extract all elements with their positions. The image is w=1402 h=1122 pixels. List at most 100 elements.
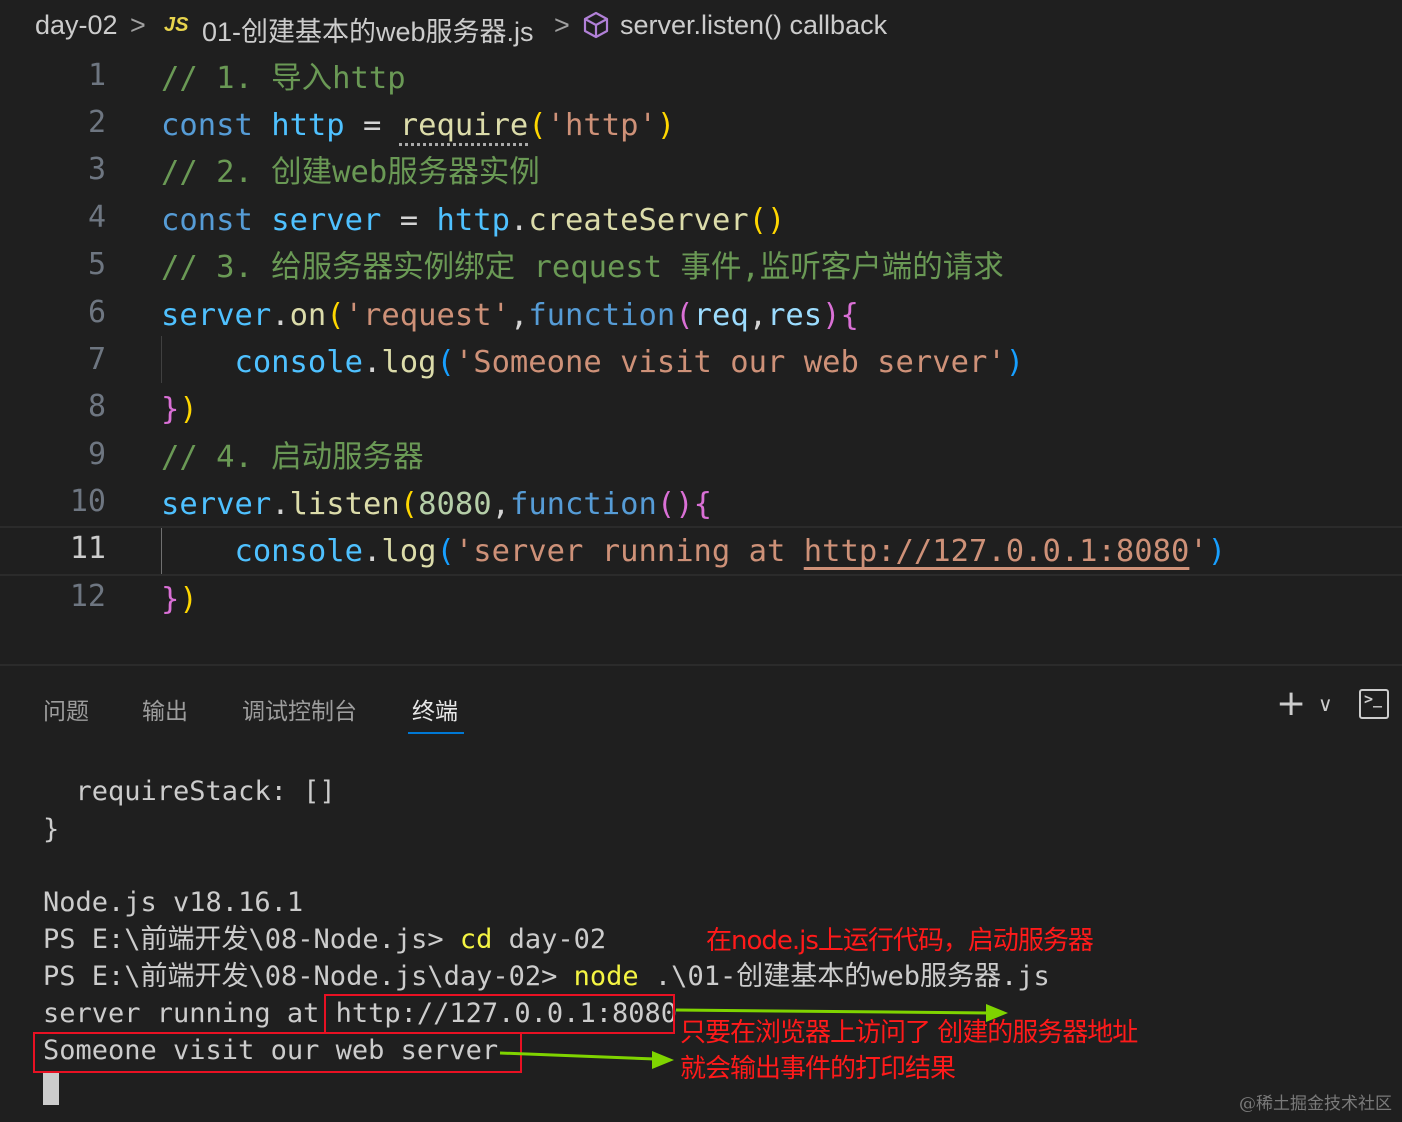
line-number: 2 — [87, 105, 106, 140]
bracket: ( — [436, 345, 455, 380]
comment: // 1. 导入http — [161, 61, 406, 96]
comma: , — [491, 487, 510, 522]
keyword: const — [161, 203, 253, 238]
bracket: ) — [1207, 534, 1227, 569]
code-line[interactable]: 10 server.listen(8080,function(){ — [0, 482, 1402, 529]
identifier: console — [234, 345, 363, 380]
string-literal: 'http' — [546, 108, 657, 143]
bracket: ( — [656, 487, 676, 522]
comment: // 4. 启动服务器 — [161, 440, 424, 475]
watermark: @稀土掘金技术社区 — [1239, 1094, 1392, 1114]
line-number: 3 — [87, 152, 106, 187]
comment: // 2. 创建web服务器实例 — [161, 155, 540, 190]
code-line[interactable]: 6 server.on('request',function(req,res){ — [0, 293, 1402, 340]
javascript-file-icon: JS — [164, 14, 189, 36]
active-tab-indicator — [408, 732, 464, 734]
chevron-down-icon[interactable]: ∨ — [1318, 692, 1333, 716]
comment: // 3. 给服务器实例绑定 request 事件,监听客户端的请求 — [161, 250, 1004, 285]
bracket: ) — [179, 582, 198, 617]
code-line[interactable]: 4 const server = http.createServer() — [0, 198, 1402, 245]
bracket: } — [161, 582, 180, 617]
bracket: ( — [399, 487, 419, 522]
line-number: 10 — [69, 484, 106, 519]
indent-guide — [161, 528, 162, 574]
parameter: res — [767, 298, 823, 333]
prompt: PS E:\前端开发\08-Node.js> — [43, 924, 460, 955]
code-line[interactable]: 9 // 4. 启动服务器 — [0, 435, 1402, 482]
string-literal: 'request' — [344, 298, 510, 333]
code-line-current[interactable]: 11 console.log('server running at http:/… — [0, 526, 1402, 576]
function-name: createServer — [528, 203, 749, 238]
panel-tabs: 问题 输出 调试控制台 终端 — [0, 666, 1402, 736]
terminal-icon[interactable] — [1359, 689, 1389, 719]
code-line[interactable]: 1 // 1. 导入http — [0, 56, 1402, 103]
code-line[interactable]: 8 }) — [0, 387, 1402, 434]
function-name: on — [289, 298, 327, 333]
line-number: 6 — [87, 295, 106, 330]
bracket: ( — [436, 534, 455, 569]
line-number: 9 — [87, 437, 106, 472]
line-number: 7 — [87, 342, 106, 377]
command: cd — [459, 924, 493, 955]
code-editor[interactable]: 1 // 1. 导入http 2 const http = require('h… — [0, 56, 1402, 664]
function-name: log — [381, 345, 437, 380]
breadcrumb-file[interactable]: 01-创建基本的web服务器.js — [202, 10, 534, 49]
identifier: console — [234, 534, 363, 569]
identifier: http — [271, 108, 345, 143]
tab-problems[interactable]: 问题 — [43, 692, 89, 726]
terminal-cursor — [43, 1071, 59, 1105]
number-literal: 8080 — [418, 487, 492, 522]
code-line[interactable]: 3 // 2. 创建web服务器实例 — [0, 150, 1402, 197]
bracket: ) — [179, 392, 198, 427]
identifier: server — [271, 203, 382, 238]
bracket: ) — [1005, 345, 1025, 380]
annotation-note: 就会输出事件的打印结果 — [680, 1054, 956, 1084]
string-literal: ' — [1189, 534, 1208, 569]
keyword: function — [528, 298, 676, 333]
string-literal: 'server running at — [454, 534, 804, 569]
command-arg: .\01-创建基本的web服务器.js — [638, 961, 1050, 992]
breadcrumb-folder[interactable]: day-02 — [35, 10, 118, 41]
comma: , — [748, 298, 768, 333]
dot: . — [363, 345, 382, 380]
terminal-line: requireStack: [] — [43, 776, 336, 807]
line-number: 4 — [87, 200, 106, 235]
code-line[interactable]: 12 }) — [0, 577, 1402, 624]
bracket: ( — [326, 298, 345, 333]
string-literal: 'Someone visit our web server' — [454, 345, 1006, 380]
function-name: log — [381, 534, 437, 569]
identifier: server — [161, 487, 272, 522]
terminal-prompt-line: PS E:\前端开发\08-Node.js> cd day-02 — [43, 921, 606, 958]
tab-debug-console[interactable]: 调试控制台 — [242, 692, 357, 726]
line-number: 11 — [69, 531, 106, 566]
bracket: ) — [822, 298, 841, 333]
terminal-prompt-line: PS E:\前端开发\08-Node.js\day-02> node .\01-… — [43, 958, 1050, 995]
function-name: require — [399, 108, 529, 143]
code-line[interactable]: 2 const http = require('http') — [0, 103, 1402, 150]
new-terminal-plus-icon[interactable]: + — [1276, 686, 1306, 722]
keyword: const — [161, 108, 253, 143]
command-arg: day-02 — [492, 924, 607, 955]
chevron-right-icon: > — [554, 10, 570, 40]
code-line[interactable]: 7 console.log('Someone visit our web ser… — [0, 340, 1402, 387]
bracket: } — [161, 392, 180, 427]
bracket: ( — [675, 298, 694, 333]
command: node — [573, 961, 639, 992]
terminal-line: Node.js v18.16.1 — [43, 887, 304, 918]
bracket: { — [693, 487, 712, 522]
line-number: 8 — [87, 389, 106, 424]
bracket: ) — [767, 203, 786, 238]
tab-terminal[interactable]: 终端 — [412, 692, 458, 726]
code-line[interactable]: 5 // 3. 给服务器实例绑定 request 事件,监听客户端的请求 — [0, 245, 1402, 292]
chevron-right-icon: > — [130, 10, 146, 40]
tab-output[interactable]: 输出 — [142, 692, 188, 726]
breadcrumb-symbol[interactable]: server.listen() callback — [620, 10, 887, 41]
line-number: 12 — [69, 579, 106, 614]
identifier: server — [161, 298, 272, 333]
terminal-line: } — [43, 814, 60, 845]
line-number: 1 — [87, 58, 106, 93]
method-cube-icon — [582, 10, 610, 47]
bracket: ) — [656, 108, 676, 143]
url-link[interactable]: http://127.0.0.1:8080 — [804, 534, 1190, 569]
